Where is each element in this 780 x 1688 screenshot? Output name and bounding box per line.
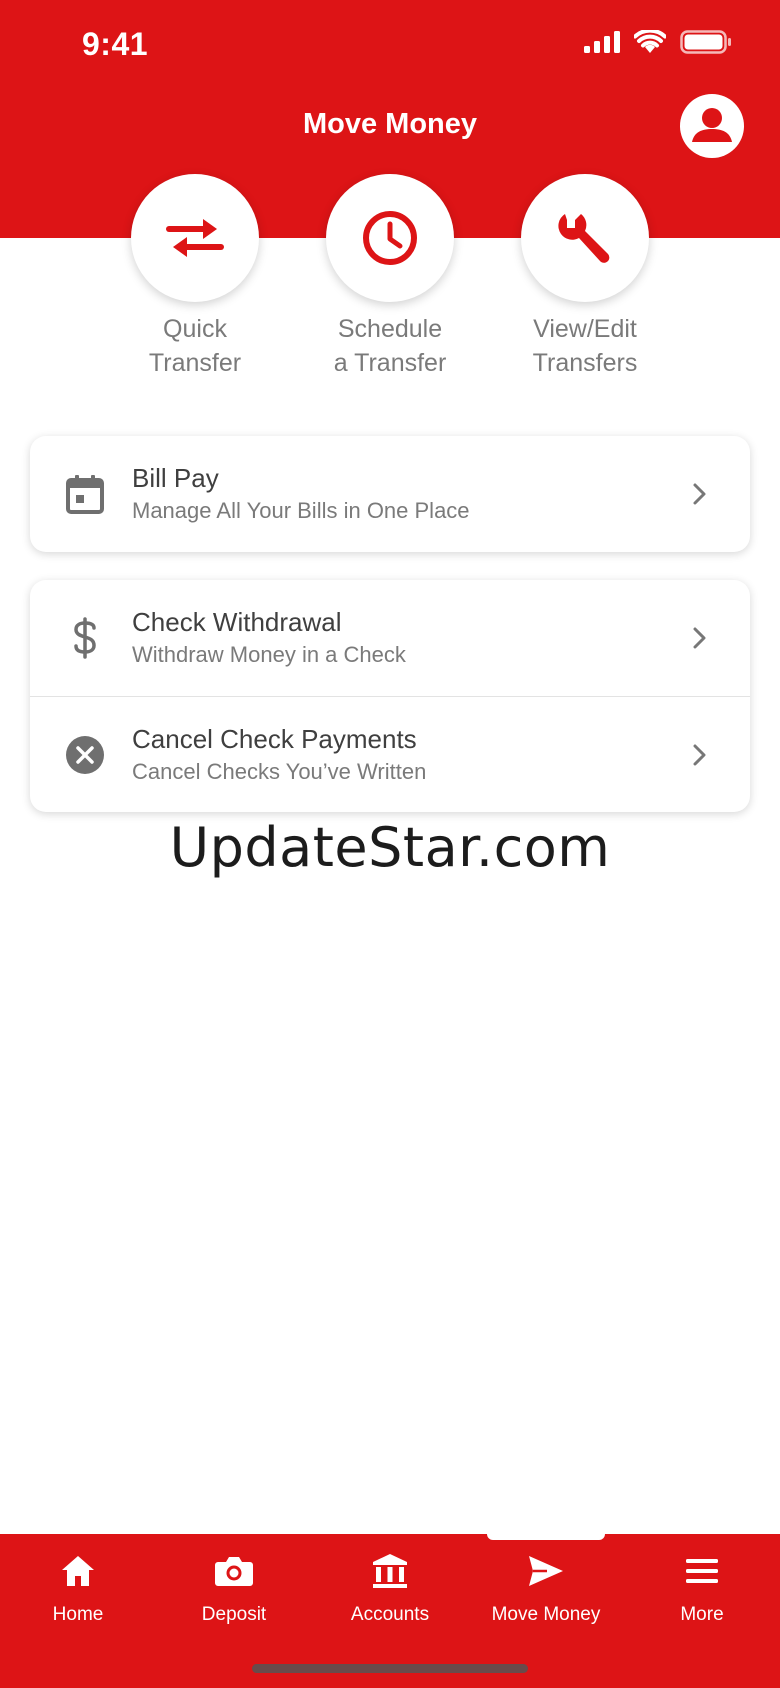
page-title: Move Money — [302, 108, 478, 140]
status-time: 9:41 — [82, 26, 149, 62]
cancel-circle-icon — [66, 735, 104, 774]
tab-home[interactable]: Home — [0, 1548, 156, 1626]
row-icon — [60, 580, 110, 696]
view-edit-transfers-label: View/Edit Transfers — [532, 315, 638, 377]
chevron-right-icon — [693, 483, 706, 505]
status-icons — [584, 30, 732, 54]
cancel-check-title: Cancel Check Payments — [132, 724, 417, 754]
quick-transfer-button[interactable]: Quick Transfer — [95, 174, 295, 380]
tab-accounts[interactable]: Accounts — [312, 1548, 468, 1626]
check-withdrawal-title: Check Withdrawal — [132, 607, 342, 637]
schedule-transfer-circle[interactable] — [326, 174, 454, 302]
calendar-icon — [66, 475, 104, 514]
bill-pay-card: Bill Pay Manage All Your Bills in One Pl… — [30, 436, 750, 552]
bill-pay-row[interactable]: Bill Pay Manage All Your Bills in One Pl… — [30, 436, 750, 552]
check-withdrawal-row[interactable]: Check Withdrawal Withdraw Money in a Che… — [30, 580, 750, 696]
checks-card: Check Withdrawal Withdraw Money in a Che… — [30, 580, 750, 812]
schedule-transfer-label: Schedule a Transfer — [333, 315, 447, 377]
swap-arrows-icon — [166, 219, 224, 257]
active-tab-indicator — [487, 1534, 605, 1540]
chevron-right-icon — [693, 627, 706, 649]
clock-icon — [363, 211, 417, 265]
wrench-icon — [558, 214, 610, 263]
tab-label: Deposit — [201, 1604, 267, 1625]
view-edit-transfers-button[interactable]: View/Edit Transfers — [485, 174, 685, 380]
profile-button[interactable] — [680, 94, 744, 158]
send-icon — [529, 1556, 563, 1586]
bank-icon — [373, 1554, 407, 1588]
check-withdrawal-subtitle: Withdraw Money in a Check — [132, 642, 406, 667]
tab-more[interactable]: More — [624, 1548, 780, 1626]
quick-transfer-label: Quick Transfer — [148, 315, 242, 377]
chevron-right-icon — [693, 744, 706, 765]
watermark: UpdateStar.com — [169, 816, 611, 879]
view-edit-transfers-circle[interactable] — [521, 174, 649, 302]
tab-label: Move Money — [491, 1604, 601, 1625]
tab-move-money[interactable]: Move Money — [468, 1548, 624, 1626]
home-icon — [62, 1556, 94, 1586]
quick-actions: Quick Transfer Schedule a Transfer View/… — [0, 174, 780, 384]
bill-pay-subtitle: Manage All Your Bills in One Place — [132, 498, 470, 523]
tab-label: Accounts — [350, 1604, 430, 1625]
quick-transfer-circle[interactable] — [131, 174, 259, 302]
camera-icon — [215, 1557, 253, 1586]
home-indicator — [252, 1664, 528, 1673]
wifi-icon — [634, 30, 666, 53]
battery-icon — [680, 30, 731, 54]
bill-pay-title: Bill Pay — [132, 463, 219, 493]
menu-icon — [686, 1559, 718, 1583]
user-icon — [692, 108, 732, 142]
tab-deposit[interactable]: Deposit — [156, 1548, 312, 1626]
row-icon — [60, 436, 110, 552]
row-icon — [60, 697, 110, 812]
tab-label: More — [680, 1604, 724, 1625]
dollar-icon — [74, 617, 96, 659]
cancel-check-subtitle: Cancel Checks You’ve Written — [132, 759, 427, 784]
signal-icon — [584, 31, 620, 53]
cancel-check-payments-row[interactable]: Cancel Check Payments Cancel Checks You’… — [30, 696, 750, 812]
schedule-transfer-button[interactable]: Schedule a Transfer — [290, 174, 490, 380]
tab-label: Home — [52, 1604, 104, 1625]
